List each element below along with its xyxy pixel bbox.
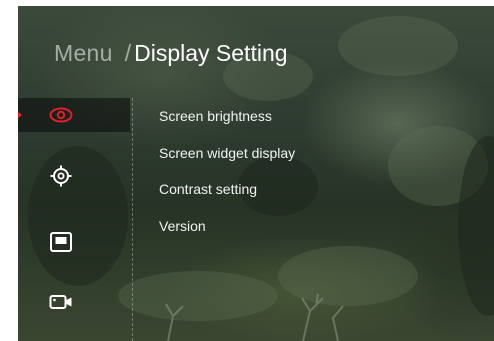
device-screen: Menu / Display Setting Screen brightness… xyxy=(18,6,494,341)
active-indicator xyxy=(18,110,22,120)
sidebar-item-screen[interactable] xyxy=(18,225,130,259)
sidebar xyxy=(18,98,132,341)
video-camera-icon xyxy=(49,290,73,314)
menu-item-screen-brightness[interactable]: Screen brightness xyxy=(159,104,379,128)
sidebar-item-display[interactable] xyxy=(18,98,130,132)
sidebar-divider xyxy=(132,98,133,341)
page-title: Display Setting xyxy=(134,40,288,66)
sidebar-item-recording[interactable] xyxy=(18,285,130,319)
breadcrumb-separator: / xyxy=(124,40,132,66)
menu-item-version[interactable]: Version xyxy=(159,214,379,238)
eye-icon xyxy=(49,103,73,127)
sidebar-item-reticle[interactable] xyxy=(18,159,130,193)
menu-item-screen-widget-display[interactable]: Screen widget display xyxy=(159,141,379,165)
menu-item-contrast-setting[interactable]: Contrast setting xyxy=(159,177,379,201)
breadcrumb-menu[interactable]: Menu xyxy=(54,40,113,67)
breadcrumb: Menu / Display Setting xyxy=(54,40,288,80)
screen-icon xyxy=(49,230,73,254)
crosshair-icon xyxy=(49,164,73,188)
